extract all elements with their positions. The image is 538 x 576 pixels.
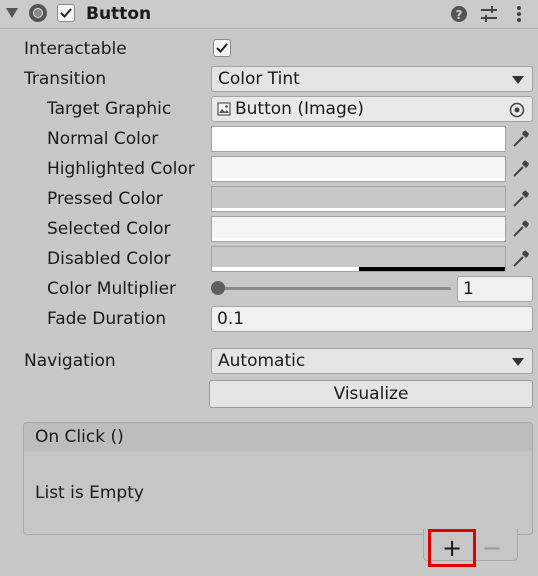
selected-color-label: Selected Color	[47, 219, 171, 239]
alpha-bar	[212, 208, 505, 211]
visualize-button[interactable]: Visualize	[209, 380, 533, 408]
on-click-header: On Click ()	[23, 422, 533, 452]
foldout-arrow-icon[interactable]	[6, 8, 18, 18]
color-multiplier-input[interactable]: 1	[457, 276, 533, 302]
alpha-bar-filled	[212, 267, 359, 271]
on-click-list: List is Empty	[23, 451, 533, 535]
transition-label: Transition	[24, 69, 107, 89]
eyedropper-icon[interactable]	[508, 246, 534, 272]
alpha-bar	[212, 178, 505, 181]
disabled-color-swatch[interactable]	[211, 246, 506, 272]
add-listener-button[interactable]: +	[428, 529, 476, 567]
color-multiplier-label: Color Multiplier	[47, 279, 177, 299]
normal-color-label: Normal Color	[47, 129, 159, 149]
highlighted-color-swatch[interactable]	[211, 156, 506, 182]
check-icon	[60, 8, 72, 18]
component-enabled-checkbox[interactable]	[57, 4, 75, 22]
transition-value: Color Tint	[218, 69, 300, 89]
navigation-value: Automatic	[218, 351, 306, 371]
presets-icon[interactable]	[479, 4, 499, 24]
on-click-title: On Click ()	[35, 427, 124, 447]
check-icon	[216, 43, 228, 53]
alpha-bar-empty	[358, 267, 505, 271]
highlighted-color-label: Highlighted Color	[47, 159, 195, 179]
pressed-color-swatch[interactable]	[211, 186, 506, 212]
color-multiplier-slider-thumb[interactable]	[211, 281, 225, 295]
navigation-dropdown[interactable]: Automatic	[211, 348, 533, 374]
help-icon[interactable]: ?	[449, 4, 469, 24]
list-empty-text: List is Empty	[35, 483, 144, 503]
navigation-label: Navigation	[24, 351, 116, 371]
more-options-icon[interactable]	[509, 4, 529, 24]
component-icon	[29, 4, 47, 22]
target-graphic-value: Button (Image)	[235, 99, 364, 119]
plus-icon: +	[441, 534, 463, 562]
interactable-label: Interactable	[24, 39, 127, 59]
transition-dropdown[interactable]: Color Tint	[211, 66, 533, 92]
remove-listener-button[interactable]: −	[480, 532, 504, 562]
eyedropper-icon[interactable]	[508, 126, 534, 152]
image-icon	[217, 102, 231, 116]
minus-icon: −	[481, 534, 503, 562]
normal-color-swatch[interactable]	[211, 126, 506, 152]
fade-duration-value: 0.1	[217, 309, 245, 329]
selected-color-swatch[interactable]	[211, 216, 506, 242]
alpha-bar	[212, 238, 505, 241]
chevron-down-icon	[512, 76, 524, 84]
object-picker-icon[interactable]	[509, 102, 525, 118]
color-multiplier-slider-track[interactable]	[215, 287, 451, 290]
pressed-color-label: Pressed Color	[47, 189, 163, 209]
target-graphic-label: Target Graphic	[47, 99, 172, 119]
color-multiplier-value: 1	[463, 279, 474, 299]
eyedropper-icon[interactable]	[508, 156, 534, 182]
component-title: Button	[86, 4, 152, 24]
fade-duration-label: Fade Duration	[47, 309, 167, 329]
eyedropper-icon[interactable]	[508, 186, 534, 212]
svg-text:?: ?	[456, 8, 463, 22]
disabled-color-label: Disabled Color	[47, 249, 171, 269]
eyedropper-icon[interactable]	[508, 216, 534, 242]
interactable-checkbox[interactable]	[213, 39, 231, 57]
target-graphic-field[interactable]: Button (Image)	[211, 96, 533, 122]
fade-duration-input[interactable]: 0.1	[211, 306, 533, 332]
chevron-down-icon	[512, 358, 524, 366]
